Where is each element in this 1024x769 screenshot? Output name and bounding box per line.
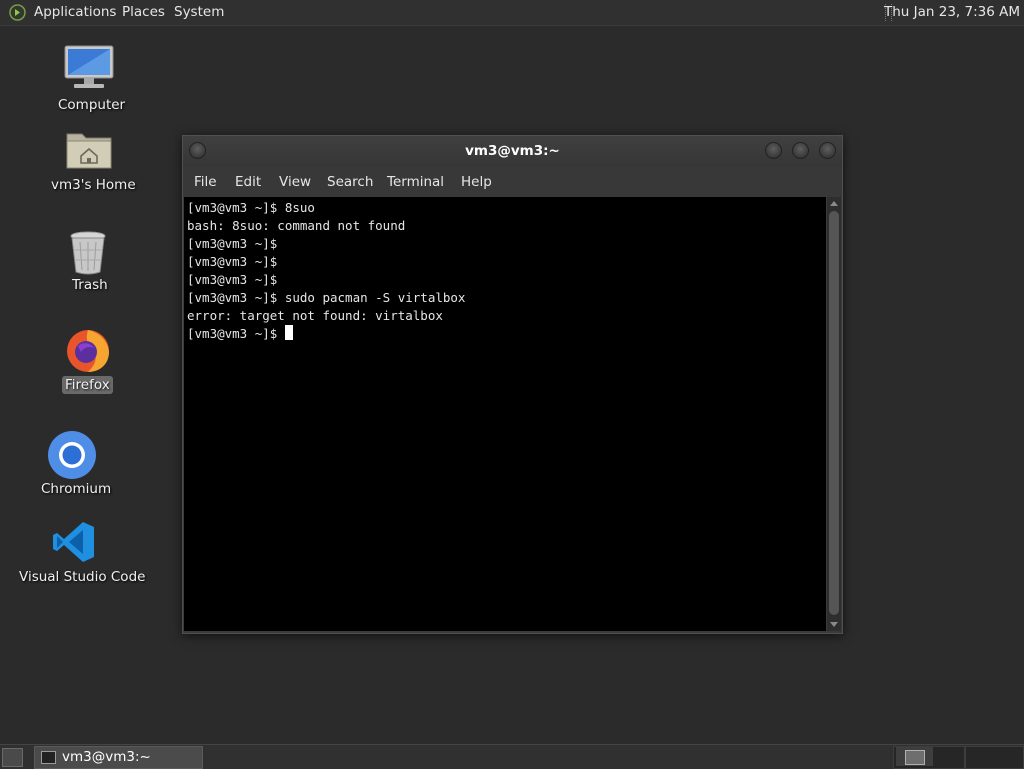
desktop-icon-firefox[interactable]: Firefox xyxy=(40,326,136,398)
window-title: vm3@vm3:~ xyxy=(465,143,560,159)
places-menu[interactable]: Places xyxy=(122,0,165,25)
scroll-down-arrow-icon[interactable] xyxy=(830,622,838,627)
menu-help[interactable]: Help xyxy=(461,167,492,197)
home-folder-icon xyxy=(66,133,112,169)
workspace-2[interactable] xyxy=(965,746,1024,769)
menu-terminal[interactable]: Terminal xyxy=(387,167,444,197)
menu-search[interactable]: Search xyxy=(327,167,373,197)
menu-edit[interactable]: Edit xyxy=(235,167,261,197)
bottom-panel: vm3@vm3:~ xyxy=(0,744,1024,769)
desktop-icon-label: Computer xyxy=(58,97,126,113)
terminal-icon xyxy=(41,751,56,764)
applications-menu[interactable]: Applications xyxy=(34,0,116,25)
terminal-line: [vm3@vm3 ~]$ 8suo xyxy=(187,200,315,215)
menu-file[interactable]: File xyxy=(194,167,217,197)
top-panel: Applications Places System Thu Jan 23, 7… xyxy=(0,0,1024,26)
terminal-scrollbar[interactable] xyxy=(827,197,841,631)
desktop-icon-label: Visual Studio Code xyxy=(19,569,146,585)
desktop-icon-vscode[interactable]: Visual Studio Code xyxy=(16,520,145,590)
workspace-window-thumb xyxy=(905,750,925,765)
minimize-button[interactable] xyxy=(765,142,782,159)
terminal-menubar: File Edit View Search Terminal Help xyxy=(183,167,842,197)
terminal-prompt: [vm3@vm3 ~]$ xyxy=(187,326,285,341)
firefox-icon xyxy=(67,330,109,372)
computer-icon xyxy=(64,45,114,88)
taskbar-item-terminal[interactable]: vm3@vm3:~ xyxy=(34,746,203,769)
clock[interactable]: Thu Jan 23, 7:36 AM xyxy=(884,0,1020,25)
trash-icon xyxy=(70,231,106,275)
terminal-line: bash: 8suo: command not found xyxy=(187,218,406,233)
scroll-thumb[interactable] xyxy=(829,211,839,615)
desktop-icon-trash[interactable]: Trash xyxy=(40,228,136,300)
terminal-prompt-line: [vm3@vm3 ~]$ xyxy=(187,325,293,343)
scroll-up-arrow-icon[interactable] xyxy=(830,201,838,206)
desktop-icon-computer[interactable]: Computer xyxy=(40,44,136,116)
terminal-output[interactable]: [vm3@vm3 ~]$ 8suo bash: 8suo: command no… xyxy=(184,197,826,631)
desktop-icon-label: Chromium xyxy=(41,481,112,497)
show-desktop-icon[interactable] xyxy=(2,748,23,767)
terminal-line: error: target not found: virtalbox xyxy=(187,308,443,323)
vscode-icon xyxy=(53,522,94,562)
maximize-button[interactable] xyxy=(792,142,809,159)
desktop-icon-home[interactable]: vm3's Home xyxy=(40,128,136,200)
menu-view[interactable]: View xyxy=(279,167,311,197)
taskbar-item-label: vm3@vm3:~ xyxy=(62,749,151,765)
terminal-line: [vm3@vm3 ~]$ sudo pacman -S virtalbox xyxy=(187,290,466,305)
terminal-window[interactable]: vm3@vm3:~ File Edit View Search Terminal… xyxy=(182,135,843,634)
terminal-line: [vm3@vm3 ~]$ xyxy=(187,272,278,287)
terminal-line: [vm3@vm3 ~]$ xyxy=(187,254,278,269)
mageia-logo-icon[interactable] xyxy=(9,4,26,21)
workspace-switcher xyxy=(893,746,965,769)
window-titlebar[interactable]: vm3@vm3:~ xyxy=(183,136,842,167)
desktop-icon-label: Trash xyxy=(72,277,108,293)
chromium-icon xyxy=(48,431,96,479)
text-cursor xyxy=(284,325,293,340)
system-menu[interactable]: System xyxy=(174,0,224,25)
workspace-1[interactable] xyxy=(896,747,933,766)
terminal-line: [vm3@vm3 ~]$ xyxy=(187,236,278,251)
desktop-icon-label: vm3's Home xyxy=(51,177,136,193)
desktop-icon-chromium[interactable]: Chromium xyxy=(24,430,120,502)
close-button[interactable] xyxy=(819,142,836,159)
desktop-icon-label: Firefox xyxy=(62,376,113,394)
